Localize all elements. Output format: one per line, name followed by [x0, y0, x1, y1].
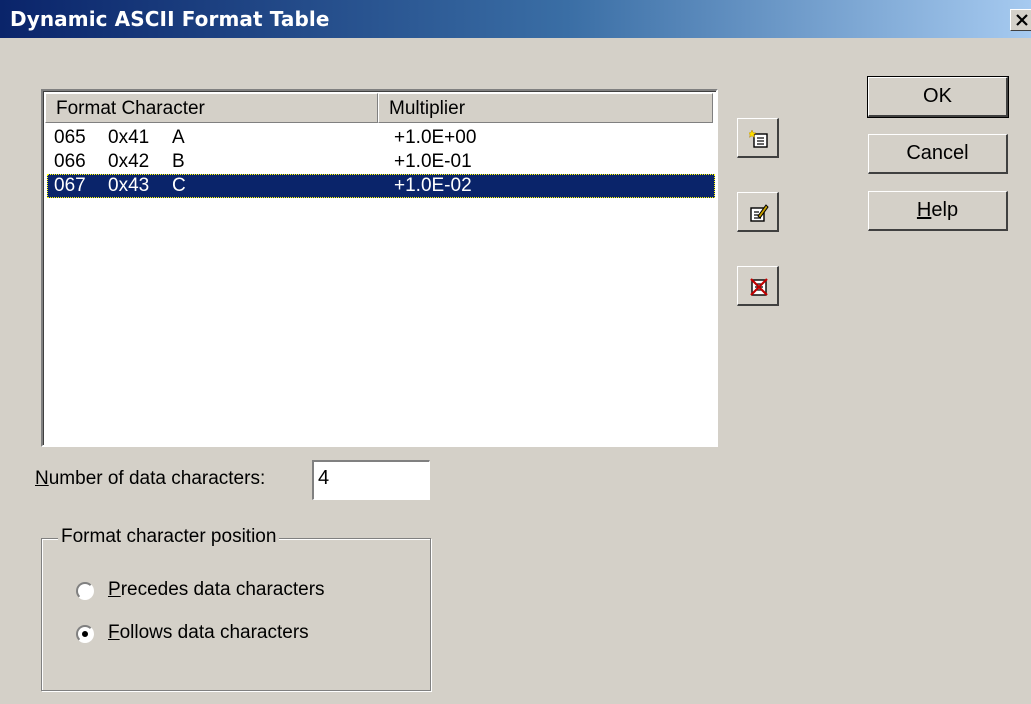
format-table-list[interactable]: Format Character Multiplier 065 0x41 A +…: [41, 89, 718, 447]
ok-button[interactable]: OK: [867, 76, 1009, 118]
format-position-group-title: Format character position: [58, 526, 280, 548]
close-button[interactable]: [1010, 9, 1031, 31]
data-characters-input[interactable]: 4: [312, 460, 430, 500]
new-entry-button[interactable]: [737, 118, 779, 158]
follows-label-text: ollows data characters: [119, 622, 309, 643]
cell-char: A: [172, 127, 185, 148]
help-label: elp: [931, 199, 959, 221]
cell-char: C: [172, 175, 186, 196]
data-characters-label: Number of data characters:: [35, 468, 265, 490]
cancel-button[interactable]: Cancel: [868, 134, 1008, 174]
follows-radio[interactable]: [76, 625, 94, 643]
edit-entry-button[interactable]: [737, 192, 779, 232]
window-title: Dynamic ASCII Format Table: [10, 7, 330, 31]
cell-multiplier: +1.0E-02: [394, 175, 472, 196]
cell-multiplier: +1.0E+00: [394, 127, 477, 148]
precedes-label-text: recedes data characters: [120, 579, 325, 600]
cell-decimal: 066: [54, 151, 86, 172]
column-header-label: Multiplier: [389, 98, 466, 119]
cell-hex: 0x42: [108, 151, 150, 172]
edit-entry-icon: [750, 204, 769, 222]
column-header-multiplier[interactable]: Multiplier: [378, 93, 713, 123]
follows-mnemonic: F: [108, 622, 120, 643]
help-button[interactable]: Help: [868, 191, 1008, 231]
delete-entry-button[interactable]: [737, 266, 779, 306]
cell-hex: 0x41: [108, 127, 150, 148]
table-row[interactable]: 066 0x42 B +1.0E-01: [47, 150, 715, 174]
format-position-group: [41, 538, 431, 691]
cell-decimal: 067: [54, 175, 86, 196]
help-mnemonic: H: [916, 199, 932, 221]
cell-multiplier: +1.0E-01: [394, 151, 472, 172]
radio-checked-dot: [82, 631, 88, 637]
cell-hex: 0x43: [108, 175, 150, 196]
cell-decimal: 065: [54, 127, 86, 148]
column-header-format-character[interactable]: Format Character: [45, 93, 378, 123]
data-characters-mnemonic: N: [35, 468, 49, 489]
new-entry-icon: [749, 129, 768, 148]
table-row[interactable]: 065 0x41 A +1.0E+00: [47, 126, 715, 150]
follows-radio-label[interactable]: Follows data characters: [108, 622, 309, 644]
delete-entry-icon: [750, 278, 768, 296]
precedes-radio-label[interactable]: Precedes data characters: [108, 579, 325, 601]
table-row-selected[interactable]: 067 0x43 C +1.0E-02: [47, 174, 715, 198]
title-bar: Dynamic ASCII Format Table: [0, 0, 1031, 38]
cell-char: B: [172, 151, 185, 172]
data-characters-label-text: umber of data characters:: [48, 468, 266, 489]
dialog-body: Format Character Multiplier 065 0x41 A +…: [0, 38, 1031, 704]
precedes-radio[interactable]: [76, 582, 94, 600]
close-icon: [1016, 14, 1028, 26]
column-header-label: Format Character: [56, 98, 205, 119]
precedes-mnemonic: P: [108, 579, 121, 600]
